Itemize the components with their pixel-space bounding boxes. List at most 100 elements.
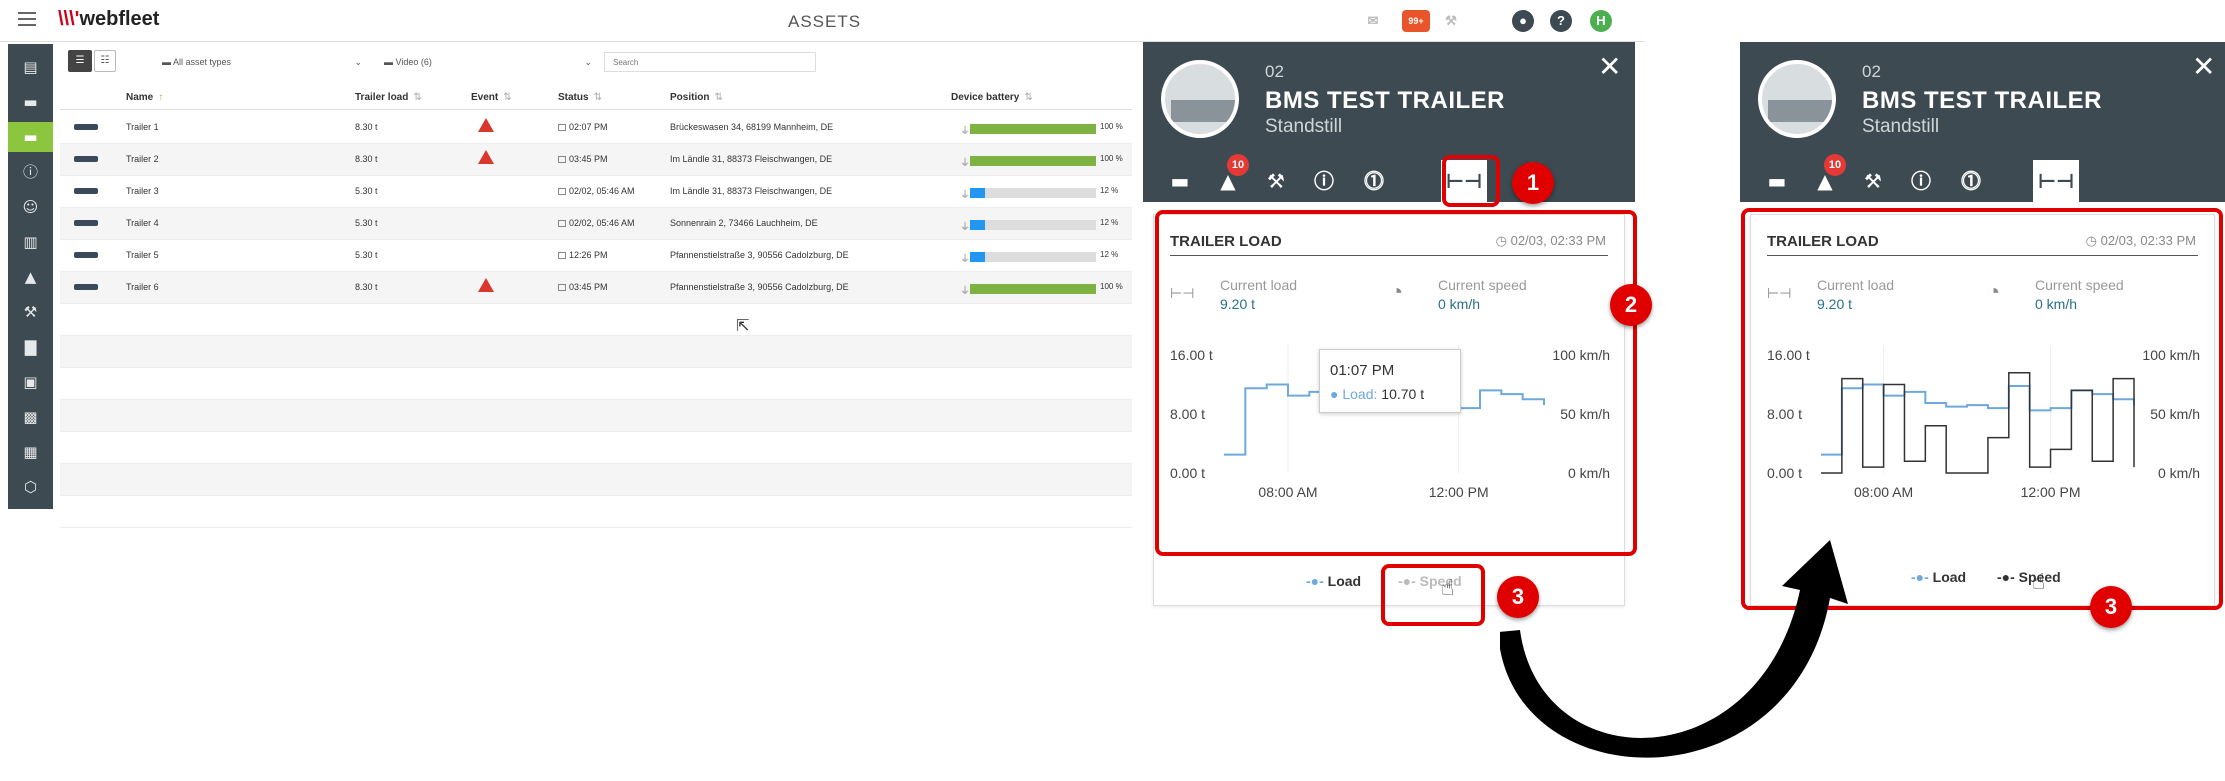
menu-icon[interactable]: [18, 12, 36, 26]
legend-load[interactable]: -●- Load: [1306, 573, 1361, 589]
battery-fill: [970, 156, 1096, 166]
group-view-button[interactable]: ☷: [94, 50, 116, 72]
warning-icon[interactable]: [478, 278, 494, 292]
trailer-icon: ▬: [1170, 169, 1190, 193]
column-event[interactable]: Event ⇅: [471, 92, 512, 103]
tab-trailer[interactable]: ▬: [1754, 160, 1800, 202]
alert-circle-icon[interactable]: ⓘ: [8, 157, 53, 187]
empty-row: [60, 400, 1132, 432]
battery-percent: 12 %: [1100, 186, 1119, 195]
page-title: ASSETS: [788, 12, 862, 31]
warning-icon[interactable]: [478, 118, 494, 132]
wrench-icon: ⚒: [1267, 169, 1285, 193]
info-icon: ⓘ: [1911, 169, 1931, 193]
camera-icon[interactable]: ▩: [8, 402, 53, 432]
table-row[interactable]: Trailer 5 5.30 t 12:26 PM Pfannenstielstraß…: [60, 240, 1132, 272]
alert-count-badge: 10: [1824, 154, 1846, 176]
row-name: Trailer 2: [126, 154, 159, 164]
trailer-icon: [74, 284, 98, 290]
list-view-button[interactable]: ☰: [68, 50, 92, 72]
column-position[interactable]: Position ⇅: [670, 92, 723, 103]
wrench-icon[interactable]: ⚒: [1440, 10, 1462, 32]
tab-info[interactable]: ⓘ: [1301, 160, 1347, 202]
trailer-icon: [74, 124, 98, 130]
status-icon: [558, 284, 566, 291]
plug-icon: ⏚: [960, 158, 970, 169]
column-trailer-load[interactable]: Trailer load ⇅: [355, 92, 422, 103]
trailer-icon: [74, 252, 98, 258]
video-icon: ▬: [384, 57, 396, 67]
row-name: Trailer 6: [126, 282, 159, 292]
sidebar: ▤ ▬ ▬ ⓘ ☺ ▥ ▲ ⚒ ▇ ▣ ▩ ▦ ⬡: [8, 44, 53, 509]
search-input[interactable]: [604, 52, 816, 72]
tab-tpms[interactable]: ⓵: [1351, 160, 1397, 202]
grid-icon[interactable]: ▦: [8, 437, 53, 467]
plug-icon: ⏚: [960, 286, 970, 297]
transition-arrow: [1500, 540, 1848, 758]
empty-row: [60, 432, 1132, 464]
empty-row: [60, 368, 1132, 400]
wrench-icon: ⚒: [1864, 169, 1882, 193]
table-row[interactable]: Trailer 6 8.30 t 03:45 PM Pfannenstielstraß…: [60, 272, 1132, 304]
tire-alert-icon: ⓵: [1961, 169, 1981, 193]
asset-number: 02: [1862, 62, 1881, 81]
table-row[interactable]: Trailer 2 8.30 t 03:45 PM Im Ländle 31, 883…: [60, 144, 1132, 176]
warning-icon[interactable]: [478, 150, 494, 164]
battery-percent: 100 %: [1100, 122, 1123, 131]
tab-info[interactable]: ⓘ: [1898, 160, 1944, 202]
info-icon: ⓘ: [1314, 169, 1334, 193]
avatar[interactable]: H: [1590, 10, 1612, 32]
person-icon[interactable]: ☺: [8, 192, 53, 222]
row-position: Sonnenrain 2, 73466 Lauchheim, DE: [670, 218, 818, 228]
row-load: 8.30 t: [355, 154, 378, 164]
status-icon: [558, 124, 566, 131]
row-status: 02/02, 05:46 AM: [558, 186, 635, 196]
hexagon-icon[interactable]: ⬡: [8, 472, 53, 502]
row-load: 5.30 t: [355, 218, 378, 228]
row-status: 03:45 PM: [558, 154, 608, 164]
account-icon[interactable]: ●: [1512, 10, 1534, 32]
chart-icon[interactable]: ▇: [8, 332, 53, 362]
trailer-icon: [74, 188, 98, 194]
tab-tpms[interactable]: ⓵: [1948, 160, 1994, 202]
trailer-icon[interactable]: ▬: [8, 122, 53, 152]
clipboard-icon[interactable]: ▥: [8, 227, 53, 257]
chat-icon[interactable]: ✉: [1362, 10, 1384, 32]
plug-icon: ⏚: [960, 222, 970, 233]
asset-type-select[interactable]: ▬ All asset types ⌄: [162, 52, 362, 72]
tab-maintenance[interactable]: ⚒: [1253, 160, 1299, 202]
notifications-badge[interactable]: 99+: [1402, 10, 1430, 32]
tab-alerts[interactable]: ▲ 10: [1205, 154, 1251, 202]
table-row[interactable]: Trailer 4 5.30 t 02/02, 05:46 AM Sonnenrain…: [60, 208, 1132, 240]
tab-trailer[interactable]: ▬: [1157, 160, 1203, 202]
alert-count-badge: 10: [1227, 154, 1249, 176]
tab-alerts[interactable]: ▲ 10: [1802, 154, 1848, 202]
column-device-battery[interactable]: Device battery ⇅: [951, 92, 1033, 103]
video-select[interactable]: ▬ Video (6) ⌄: [384, 52, 592, 72]
row-status: 02/02, 05:46 AM: [558, 218, 635, 228]
map-icon[interactable]: ▤: [8, 52, 53, 82]
asset-name: BMS TEST TRAILER: [1265, 87, 1505, 114]
tab-trailer-load[interactable]: ⊢⊣: [2033, 160, 2079, 202]
close-icon[interactable]: ✕: [1598, 50, 1621, 83]
row-name: Trailer 5: [126, 250, 159, 260]
tab-maintenance[interactable]: ⚒: [1850, 160, 1896, 202]
battery-fill: [970, 252, 986, 262]
truck-icon[interactable]: ▣: [8, 367, 53, 397]
close-icon[interactable]: ✕: [2192, 50, 2215, 83]
table-row[interactable]: Trailer 1 8.30 t 02:07 PM Brückeswasen 34, …: [60, 112, 1132, 144]
car-icon[interactable]: ▬: [8, 87, 53, 117]
help-icon[interactable]: ?: [1550, 10, 1572, 32]
column-status[interactable]: Status ⇅: [558, 92, 602, 103]
wrench-icon[interactable]: ⚒: [8, 297, 53, 327]
chevron-down-icon: ⌄: [584, 57, 592, 67]
highlight-box-2: [1155, 210, 1637, 556]
asset-number: 02: [1265, 62, 1284, 81]
trailer-photo: [1161, 60, 1239, 138]
panel-header: 02 BMS TEST TRAILER Standstill ✕ ▬ ▲ 10 ⚒…: [1740, 42, 2225, 202]
column-name[interactable]: Name ↑: [126, 92, 163, 103]
battery-bar: [970, 284, 1096, 294]
table-row[interactable]: Trailer 3 5.30 t 02/02, 05:46 AM Im Ländle …: [60, 176, 1132, 208]
warning-icon[interactable]: ▲: [8, 262, 53, 292]
row-load: 5.30 t: [355, 250, 378, 260]
